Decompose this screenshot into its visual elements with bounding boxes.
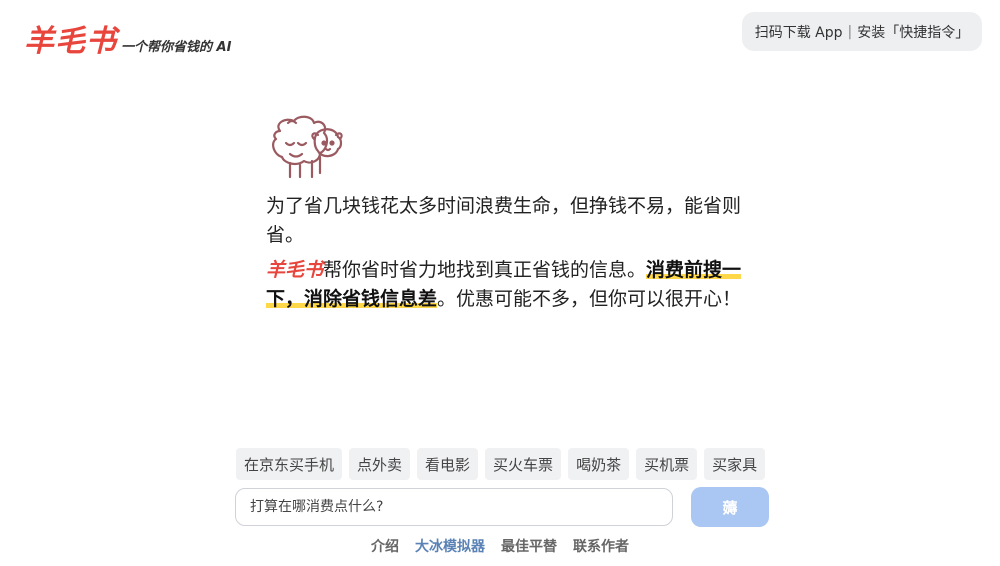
suggestion-chips: 在京东买手机 点外卖 看电影 买火车票 喝奶茶 买机票 买家具 bbox=[236, 448, 766, 482]
suggestion-chip[interactable]: 买火车票 bbox=[485, 448, 562, 480]
footer-link-alternatives[interactable]: 最佳平替 bbox=[501, 536, 557, 556]
footer-nav: 介绍 大冰模拟器 最佳平替 联系作者 bbox=[0, 536, 1000, 556]
download-app-link[interactable]: 扫码下载 App bbox=[755, 22, 843, 42]
suggestion-chip[interactable]: 看电影 bbox=[417, 448, 479, 480]
footer-link-contact[interactable]: 联系作者 bbox=[573, 536, 629, 556]
footer-link-intro[interactable]: 介绍 bbox=[371, 536, 399, 556]
download-bar: 扫码下载 App | 安装「快捷指令」 bbox=[742, 12, 982, 51]
suggestion-chip[interactable]: 买家具 bbox=[704, 448, 766, 480]
intro-text: 为了省几块钱花太多时间浪费生命，但挣钱不易，能省则省。 羊毛书帮你省时省力地找到… bbox=[266, 192, 746, 314]
search-input[interactable] bbox=[235, 488, 673, 526]
footer-link-simulator[interactable]: 大冰模拟器 bbox=[415, 536, 485, 556]
intro-paragraph-2: 羊毛书帮你省时省力地找到真正省钱的信息。消费前搜一下，消除省钱信息差。优惠可能不… bbox=[266, 256, 746, 314]
logo-mark: 羊毛书 bbox=[24, 24, 117, 59]
brand-inline-logo: 羊毛书 bbox=[266, 259, 324, 281]
suggestion-chip[interactable]: 买机票 bbox=[636, 448, 698, 480]
install-shortcut-link[interactable]: 安装「快捷指令」 bbox=[857, 22, 969, 42]
logo-tagline: 一个帮你省钱的 AI bbox=[121, 40, 232, 55]
suggestion-chip[interactable]: 在京东买手机 bbox=[236, 448, 343, 480]
intro-paragraph-1: 为了省几块钱花太多时间浪费生命，但挣钱不易，能省则省。 bbox=[266, 195, 742, 246]
separator: | bbox=[847, 23, 853, 40]
suggestion-chip[interactable]: 喝奶茶 bbox=[568, 448, 630, 480]
logo[interactable]: 羊毛书 一个帮你省钱的 AI bbox=[24, 16, 231, 60]
sheep-icon bbox=[272, 115, 343, 179]
intro-paragraph-2-text: 帮你省时省力地找到真正省钱的信息。 bbox=[323, 259, 647, 281]
submit-button[interactable]: 薅 bbox=[691, 487, 769, 527]
suggestion-chip[interactable]: 点外卖 bbox=[349, 448, 411, 480]
intro-paragraph-2-tail: 。优惠可能不多，但你可以很开心！ bbox=[437, 288, 742, 310]
